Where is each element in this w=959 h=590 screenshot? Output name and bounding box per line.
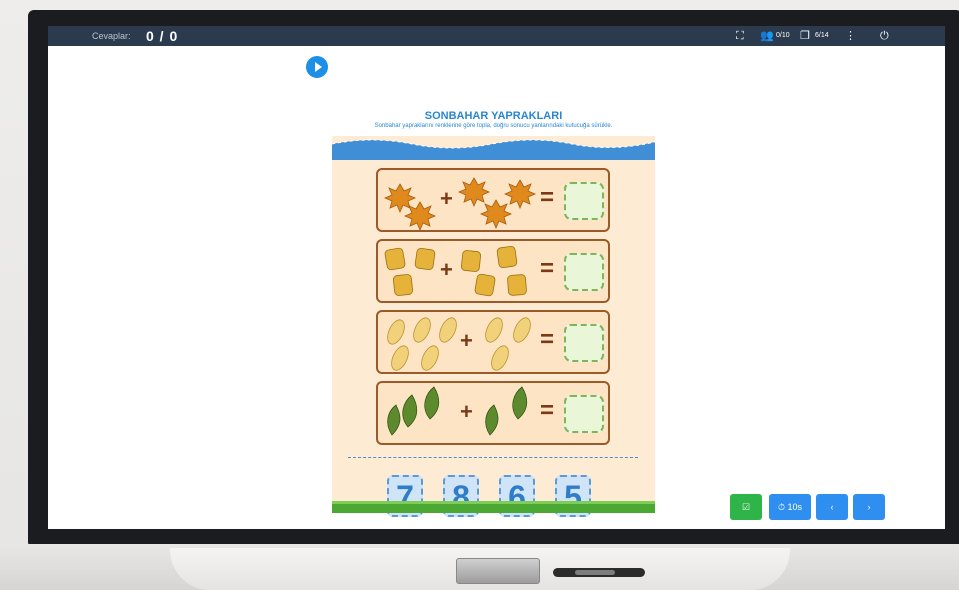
plus-sign: + (460, 328, 473, 353)
pages-icon[interactable]: ❐ (800, 29, 810, 43)
stylus-pen (553, 568, 645, 577)
equals-sign: = (540, 326, 555, 353)
timer-icon: ⏱ (777, 502, 785, 512)
more-vertical-icon[interactable]: ⋮ (845, 29, 856, 43)
check-answers-button[interactable]: ☑ (730, 494, 762, 520)
pages-count: 6/14 (815, 32, 829, 39)
play-audio-button[interactable] (306, 56, 328, 78)
plus-sign: + (460, 399, 473, 424)
plus-sign: + (440, 257, 453, 282)
grass-strip (332, 501, 655, 513)
equation-row-1: + = (376, 168, 610, 232)
equation-row-4: + = (376, 381, 610, 445)
next-page-button[interactable]: › (853, 494, 885, 520)
answers-score: 0 / 0 (146, 28, 179, 44)
answer-drop-slot-2[interactable] (564, 253, 604, 291)
decorative-wave (332, 139, 655, 160)
chevron-right-icon: › (867, 502, 871, 512)
answers-label: Cevaplar: (92, 31, 131, 41)
separator-line (348, 457, 638, 458)
classroom-scene: Cevaplar: 0 / 0 ⛶ 👥 0/10 ❐ 6/14 ⋮ ⏻ SONB… (0, 0, 959, 590)
worksheet-title: SONBAHAR YAPRAKLARI (424, 110, 563, 122)
timer-label: 10s (787, 502, 803, 512)
worksheet-header: SONBAHAR YAPRAKLARI Sonbahar yaprakların… (332, 108, 655, 136)
answer-drop-slot-4[interactable] (564, 395, 604, 433)
fullscreen-icon[interactable]: ⛶ (736, 29, 744, 43)
worksheet: SONBAHAR YAPRAKLARI Sonbahar yaprakların… (332, 108, 655, 517)
equals-sign: = (540, 397, 555, 424)
users-count: 0/10 (776, 32, 790, 39)
answer-drop-slot-1[interactable] (564, 182, 604, 220)
equation-row-2: + = (376, 239, 610, 303)
power-icon[interactable]: ⏻ (880, 29, 889, 43)
answer-drop-slot-3[interactable] (564, 324, 604, 362)
worksheet-instructions: Sonbahar yapraklarını renklerine göre to… (374, 123, 613, 129)
plus-sign: + (440, 186, 453, 211)
equation-row-3: + = (376, 310, 610, 374)
users-icon[interactable]: 👥 (760, 29, 774, 43)
previous-page-button[interactable]: ‹ (816, 494, 848, 520)
app-screen: Cevaplar: 0 / 0 ⛶ 👥 0/10 ❐ 6/14 ⋮ ⏻ SONB… (48, 26, 945, 529)
check-icon: ☑ (741, 502, 751, 512)
tray-sensor (456, 558, 540, 584)
chevron-left-icon: ‹ (830, 502, 834, 512)
equals-sign: = (540, 255, 555, 282)
top-bar: Cevaplar: 0 / 0 ⛶ 👥 0/10 ❐ 6/14 ⋮ ⏻ (48, 26, 945, 46)
timer-button[interactable]: ⏱ 10s (769, 494, 811, 520)
equals-sign: = (540, 184, 555, 211)
